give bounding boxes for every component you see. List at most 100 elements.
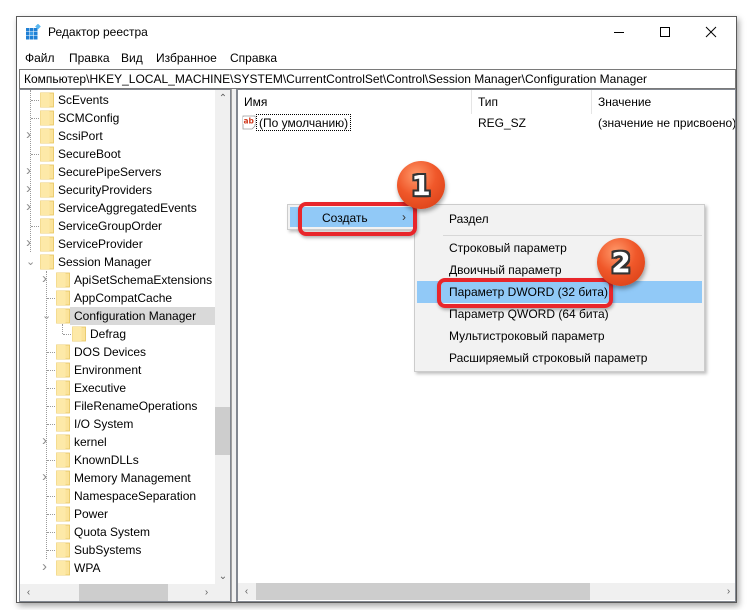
scroll-up-icon[interactable]: ⌃ xyxy=(215,90,230,107)
tree-item[interactable]: FileRenameOperations xyxy=(20,397,215,415)
scroll-down-icon[interactable]: ⌄ xyxy=(215,568,230,585)
tree-item[interactable]: SCMConfig xyxy=(20,109,215,127)
close-button[interactable] xyxy=(688,17,734,47)
menu-separator xyxy=(443,235,702,236)
tree-connector xyxy=(31,226,39,227)
tree-connector xyxy=(47,496,55,497)
tree-item[interactable]: Power xyxy=(20,505,215,523)
tree-item-label: SubSystems xyxy=(74,543,142,557)
chevron-right-icon[interactable]: › xyxy=(26,126,38,143)
tree-item-label: Memory Management xyxy=(74,471,191,485)
chevron-right-icon[interactable]: › xyxy=(42,432,54,449)
tree-vertical-scrollbar[interactable]: ⌃ ⌄ xyxy=(215,90,230,585)
folder-icon xyxy=(56,488,70,504)
scroll-left-icon[interactable]: ‹ xyxy=(238,583,255,600)
tree-item[interactable]: › ServiceProvider xyxy=(20,234,215,253)
tree-connector xyxy=(31,154,39,155)
column-header-type[interactable]: Тип xyxy=(472,90,592,114)
tree-item[interactable]: › WPA xyxy=(20,558,215,577)
folder-icon xyxy=(56,542,70,558)
tree-item[interactable]: KnownDLLs xyxy=(20,451,215,469)
menu-view[interactable]: Вид xyxy=(121,51,143,65)
tree-item-label: Session Manager xyxy=(58,255,152,269)
folder-icon xyxy=(56,362,70,378)
tree-item-label: SCMConfig xyxy=(58,111,120,125)
tree-item[interactable]: › ServiceAggregatedEvents xyxy=(20,198,215,217)
tree-item[interactable]: Defrag xyxy=(20,325,215,343)
column-header-value[interactable]: Значение xyxy=(592,90,735,114)
value-row[interactable]: ab (По умолчанию) REG_SZ (значение не пр… xyxy=(238,114,735,132)
folder-icon xyxy=(56,434,70,450)
submenu-item-expandable-string[interactable]: Расширяемый строковый параметр xyxy=(417,347,702,369)
menu-edit[interactable]: Правка xyxy=(69,51,110,65)
tree-item[interactable]: SecureBoot xyxy=(20,145,215,163)
tree-item[interactable]: DOS Devices xyxy=(20,343,215,361)
value-type: REG_SZ xyxy=(478,116,527,130)
chevron-right-icon[interactable]: › xyxy=(26,162,38,179)
tree-item[interactable]: › kernel xyxy=(20,432,215,451)
tree-item[interactable]: SubSystems xyxy=(20,541,215,559)
tree-vscroll-thumb[interactable] xyxy=(215,407,230,455)
tree-item[interactable]: › ScsiPort xyxy=(20,126,215,145)
tree-hscroll-thumb[interactable] xyxy=(79,584,168,601)
submenu-item-key[interactable]: Раздел xyxy=(417,208,702,230)
scroll-left-icon[interactable]: ‹ xyxy=(20,584,37,601)
tree-item[interactable]: › Memory Management xyxy=(20,468,215,487)
chevron-down-icon[interactable]: ⌄ xyxy=(42,309,54,323)
tree-item-label: DOS Devices xyxy=(74,345,147,359)
chevron-right-icon[interactable]: › xyxy=(26,234,38,251)
chevron-right-icon[interactable]: › xyxy=(42,558,54,575)
tree-item[interactable]: ServiceGroupOrder xyxy=(20,217,215,235)
tree-item-label: Environment xyxy=(74,363,142,377)
chevron-down-icon[interactable]: ⌄ xyxy=(26,255,38,269)
folder-icon xyxy=(56,398,70,414)
tree-item[interactable]: ScEvents xyxy=(20,91,215,109)
folder-icon xyxy=(40,146,54,162)
close-icon xyxy=(705,26,717,38)
tree-item[interactable]: Environment xyxy=(20,361,215,379)
chevron-right-icon[interactable]: › xyxy=(26,180,38,197)
scroll-right-icon[interactable]: › xyxy=(198,584,215,601)
tree-item[interactable]: ⌄ Configuration Manager xyxy=(20,307,218,325)
step-number: 1 xyxy=(411,168,431,202)
tree-connector xyxy=(47,352,55,353)
folder-icon xyxy=(56,470,70,486)
submenu-item-string[interactable]: Строковый параметр xyxy=(417,237,702,259)
tree-item[interactable]: Executive xyxy=(20,379,215,397)
list-horizontal-scrollbar[interactable]: ‹ › xyxy=(238,583,735,600)
tree-horizontal-scrollbar[interactable]: ‹ › xyxy=(20,584,215,601)
svg-text:ab: ab xyxy=(244,117,255,126)
tree-item[interactable]: › ApiSetSchemaExtensions xyxy=(20,270,215,289)
tree-item[interactable]: NamespaceSeparation xyxy=(20,487,215,505)
tree-connector xyxy=(63,334,71,335)
folder-icon xyxy=(40,254,54,270)
tree-item[interactable]: › SecurePipeServers xyxy=(20,162,215,181)
tree-item-label: SecurityProviders xyxy=(58,183,153,197)
tree-item-label: Configuration Manager xyxy=(74,309,197,323)
chevron-right-icon[interactable]: › xyxy=(42,270,54,287)
tree-connector xyxy=(47,550,55,551)
tree-item-label: Defrag xyxy=(90,327,127,341)
maximize-button[interactable] xyxy=(642,17,688,47)
tree-item[interactable]: › SecurityProviders xyxy=(20,180,215,199)
folder-icon xyxy=(56,524,70,540)
menu-help[interactable]: Справка xyxy=(230,51,277,65)
list-hscroll-thumb[interactable] xyxy=(256,583,590,600)
minimize-button[interactable] xyxy=(596,17,642,47)
folder-icon xyxy=(56,506,70,522)
menu-file[interactable]: Файл xyxy=(25,51,55,65)
tree-item[interactable]: I/O System xyxy=(20,415,215,433)
tree-connector xyxy=(31,118,39,119)
chevron-right-icon[interactable]: › xyxy=(26,198,38,215)
scroll-right-icon[interactable]: › xyxy=(720,583,735,600)
column-header-name[interactable]: Имя xyxy=(238,90,472,114)
menu-favorites[interactable]: Избранное xyxy=(156,51,217,65)
tree-item-label: NamespaceSeparation xyxy=(74,489,197,503)
submenu-item-multi-string[interactable]: Мультистроковый параметр xyxy=(417,325,702,347)
chevron-right-icon[interactable]: › xyxy=(42,468,54,485)
tree-connector xyxy=(47,424,55,425)
tree-item[interactable]: Quota System xyxy=(20,523,215,541)
tree-item[interactable]: AppCompatCache xyxy=(20,289,215,307)
tree-item[interactable]: ⌄ Session Manager xyxy=(20,253,215,271)
address-bar[interactable]: Компьютер\HKEY_LOCAL_MACHINE\SYSTEM\Curr… xyxy=(19,69,736,89)
